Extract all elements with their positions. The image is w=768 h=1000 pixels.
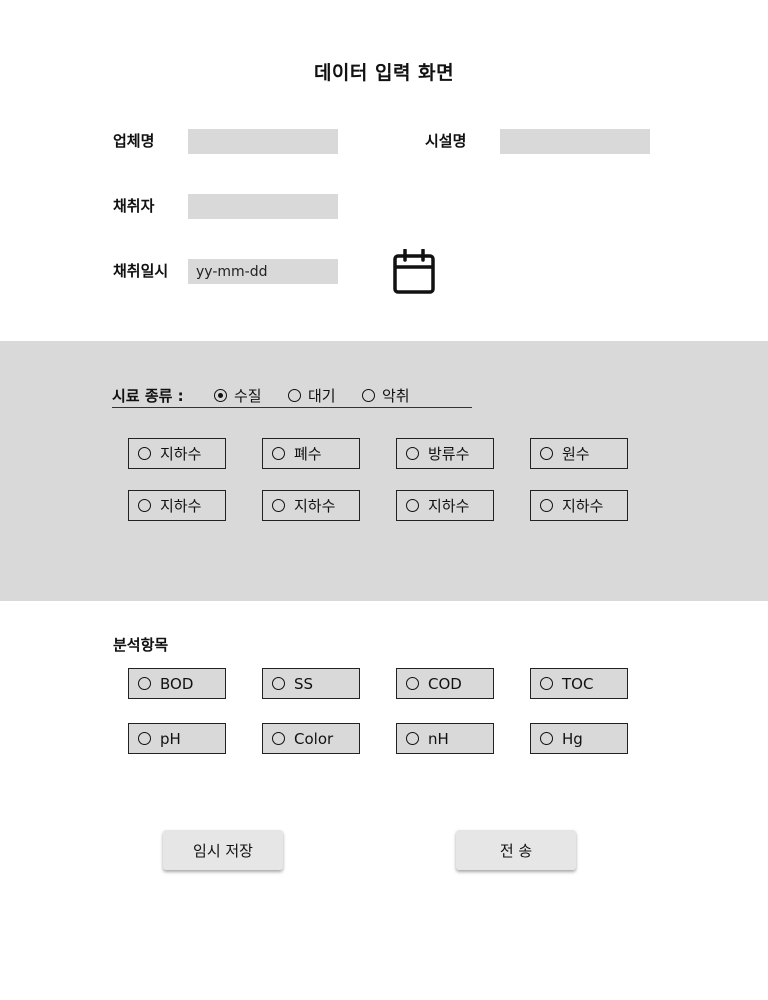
subtype-option-label: 지하수 — [160, 445, 202, 463]
subtype-option[interactable]: 지하수 — [530, 490, 628, 521]
analysis-item-label: TOC — [562, 674, 594, 693]
subtype-option-label: 지하수 — [160, 497, 202, 515]
radio-icon — [540, 447, 553, 460]
sample-type-option-odor[interactable]: 악취 — [362, 385, 410, 406]
company-input[interactable] — [188, 129, 338, 154]
radio-icon — [272, 732, 285, 745]
radio-icon — [288, 389, 301, 402]
radio-icon — [272, 677, 285, 690]
calendar-icon[interactable] — [392, 249, 436, 295]
radio-icon — [138, 677, 151, 690]
sample-type-option-water[interactable]: 수질 — [214, 385, 262, 406]
radio-icon — [406, 677, 419, 690]
data-entry-page: 데이터 입력 화면 업체명 시설명 채취자 채취일시 시료 종류 : 수질 대기… — [0, 0, 768, 1000]
analysis-item-nh[interactable]: nH — [396, 723, 494, 754]
analysis-item-label: nH — [428, 729, 449, 748]
subtype-option[interactable]: 지하수 — [396, 490, 494, 521]
radio-icon — [540, 677, 553, 690]
subtype-option[interactable]: 폐수 — [262, 438, 360, 469]
subtype-option-label: 방류수 — [428, 445, 470, 463]
facility-input[interactable] — [500, 129, 650, 154]
radio-icon — [406, 447, 419, 460]
sample-date-input[interactable] — [188, 259, 338, 284]
radio-icon — [272, 447, 285, 460]
analysis-item-hg[interactable]: Hg — [530, 723, 628, 754]
analysis-item-label: pH — [160, 729, 181, 748]
analysis-item-toc[interactable]: TOC — [530, 668, 628, 699]
subtype-option-label: 원수 — [562, 445, 590, 463]
analysis-item-ss[interactable]: SS — [262, 668, 360, 699]
temporary-save-button[interactable]: 임시 저장 — [163, 830, 283, 870]
page-title: 데이터 입력 화면 — [313, 62, 455, 84]
sample-type-option-label: 악취 — [382, 387, 410, 405]
analysis-item-label: COD — [428, 674, 462, 693]
send-button[interactable]: 전 송 — [456, 830, 576, 870]
subtype-option-label: 지하수 — [428, 497, 470, 515]
sample-type-option-label: 대기 — [308, 387, 336, 405]
subtype-option-label: 지하수 — [294, 497, 336, 515]
analysis-item-label: SS — [294, 674, 314, 693]
subtype-option[interactable]: 지하수 — [128, 438, 226, 469]
radio-icon — [272, 499, 285, 512]
sampler-label: 채취자 — [113, 197, 155, 215]
analysis-item-bod[interactable]: BOD — [128, 668, 226, 699]
sample-type-option-air[interactable]: 대기 — [288, 385, 336, 406]
analysis-item-cod[interactable]: COD — [396, 668, 494, 699]
subtype-option[interactable]: 원수 — [530, 438, 628, 469]
analysis-item-label: BOD — [160, 674, 194, 693]
facility-label: 시설명 — [425, 132, 467, 150]
radio-icon — [540, 732, 553, 745]
sampler-input[interactable] — [188, 194, 338, 219]
analysis-item-color[interactable]: Color — [262, 723, 360, 754]
sample-type-option-label: 수질 — [234, 387, 262, 405]
sample-type-panel — [0, 341, 768, 601]
subtype-option-label: 폐수 — [294, 445, 322, 463]
analysis-item-label: Hg — [562, 729, 583, 748]
analysis-item-label: Color — [294, 729, 334, 748]
subtype-option[interactable]: 지하수 — [128, 490, 226, 521]
radio-icon — [362, 389, 375, 402]
radio-icon — [540, 499, 553, 512]
company-label: 업체명 — [113, 132, 155, 150]
sample-date-label: 채취일시 — [113, 262, 169, 280]
radio-icon — [138, 732, 151, 745]
radio-selected-icon — [214, 389, 227, 402]
radio-icon — [406, 499, 419, 512]
radio-icon — [138, 447, 151, 460]
analysis-item-ph[interactable]: pH — [128, 723, 226, 754]
sample-type-row: 시료 종류 : 수질 대기 악취 — [112, 383, 472, 408]
sample-type-label: 시료 종류 : — [112, 387, 184, 405]
subtype-option[interactable]: 방류수 — [396, 438, 494, 469]
radio-icon — [406, 732, 419, 745]
subtype-option[interactable]: 지하수 — [262, 490, 360, 521]
analysis-label: 분석항목 — [113, 636, 169, 654]
radio-icon — [138, 499, 151, 512]
subtype-option-label: 지하수 — [562, 497, 604, 515]
